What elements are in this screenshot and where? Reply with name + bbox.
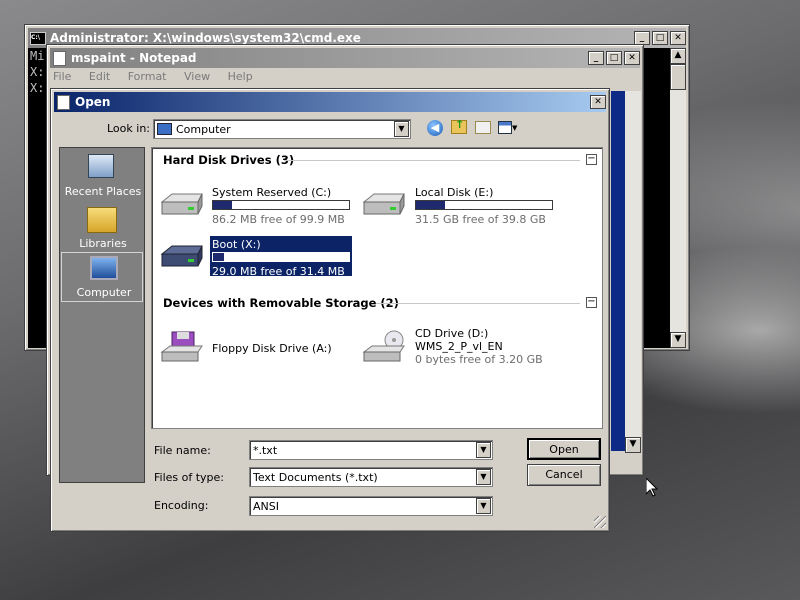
scroll-thumb[interactable]: [670, 64, 686, 90]
group-divider: [284, 160, 580, 161]
drive-free-space: 29.0 MB free of 31.4 MB: [212, 265, 345, 278]
resize-grip-icon[interactable]: [594, 516, 606, 528]
drive-item[interactable]: Floppy Disk Drive (A:): [158, 326, 354, 368]
menu-view[interactable]: View: [184, 70, 210, 83]
drive-free-space: 0 bytes free of 3.20 GB: [415, 353, 543, 366]
hard-drive-icon: [160, 193, 203, 215]
cmd-scrollbar[interactable]: ▲ ▼: [670, 48, 686, 348]
look-in-dropdown[interactable]: Computer ▼: [153, 119, 411, 139]
scroll-up-button[interactable]: ▲: [670, 48, 686, 64]
drive-usage-fill: [213, 253, 224, 261]
notepad-menubar: File Edit Format View Help: [53, 70, 267, 86]
drive-name: System Reserved (C:): [212, 186, 332, 199]
hard-drive-icon: [362, 193, 405, 215]
chevron-down-icon[interactable]: ▼: [394, 121, 409, 137]
file-type-dropdown[interactable]: Text Documents (*.txt) ▼: [249, 467, 493, 487]
drive-item[interactable]: CD Drive (D:) WMS_2_P_vl_EN 0 bytes free…: [360, 326, 570, 368]
back-button[interactable]: ◀: [427, 120, 443, 136]
drive-usage-fill: [416, 201, 445, 209]
drive-name: Floppy Disk Drive (A:): [212, 342, 332, 355]
places-label: Computer: [76, 286, 132, 299]
drive-item[interactable]: Local Disk (E:) 31.5 GB free of 39.8 GB: [360, 184, 560, 226]
grid-view-icon: [498, 120, 512, 134]
menu-edit[interactable]: Edit: [89, 70, 110, 83]
places-item-libraries[interactable]: Libraries: [60, 204, 144, 254]
encoding-label: Encoding:: [154, 499, 209, 512]
drive-free-space: 31.5 GB free of 39.8 GB: [415, 213, 546, 226]
group-title: Devices with Removable Storage (2): [163, 296, 399, 310]
group-title: Hard Disk Drives (3): [163, 153, 295, 167]
scroll-down-button[interactable]: ▼: [670, 332, 686, 348]
menu-format[interactable]: Format: [128, 70, 167, 83]
hard-drive-icon: [160, 245, 203, 267]
new-folder-button[interactable]: [475, 121, 491, 134]
drive-usage-bar: [212, 200, 350, 210]
open-button[interactable]: Open: [527, 438, 601, 460]
menu-help[interactable]: Help: [228, 70, 253, 83]
places-label: Libraries: [79, 237, 127, 250]
drive-name: Local Disk (E:): [415, 186, 494, 199]
computer-icon: [157, 123, 172, 135]
places-bar: Recent Places Libraries Computer: [59, 147, 145, 483]
close-button[interactable]: ✕: [590, 95, 606, 109]
minimize-button[interactable]: _: [634, 31, 650, 45]
drive-item[interactable]: System Reserved (C:) 86.2 MB free of 99.…: [158, 184, 354, 226]
menu-file[interactable]: File: [53, 70, 71, 83]
places-item-recent[interactable]: Recent Places: [60, 152, 144, 202]
encoding-dropdown[interactable]: ANSI ▼: [249, 496, 493, 516]
file-type-value: Text Documents (*.txt): [253, 470, 378, 484]
cancel-button[interactable]: Cancel: [527, 464, 601, 486]
minimize-button[interactable]: _: [588, 51, 604, 65]
cmd-title: Administrator: X:\windows\system32\cmd.e…: [50, 31, 361, 45]
file-name-input[interactable]: *.txt ▼: [249, 440, 493, 460]
chevron-down-icon[interactable]: ▼: [476, 469, 491, 485]
look-in-value: Computer: [176, 122, 231, 136]
chevron-down-icon[interactable]: ▼: [476, 442, 491, 458]
scroll-down-button[interactable]: ▼: [625, 437, 641, 453]
places-item-computer[interactable]: Computer: [61, 252, 143, 302]
recent-places-icon: [88, 154, 114, 178]
cd-drive-icon: [362, 330, 405, 362]
green-arrow-icon: ↑: [455, 118, 465, 131]
file-name-label: File name:: [154, 444, 211, 457]
chevron-down-icon[interactable]: ▼: [476, 498, 491, 514]
file-name-value: *.txt: [253, 443, 278, 457]
maximize-button[interactable]: □: [652, 31, 668, 45]
notepad-titlebar[interactable]: mspaint - Notepad _ □ ✕: [50, 48, 640, 68]
look-in-label: Look in:: [107, 122, 150, 135]
places-label: Recent Places: [64, 185, 142, 198]
cmd-icon: C:\: [30, 31, 46, 45]
open-dialog-titlebar[interactable]: Open ✕: [54, 92, 606, 112]
drive-free-space: 86.2 MB free of 99.9 MB: [212, 213, 345, 226]
drive-usage-bar: [415, 200, 553, 210]
drive-usage-bar: [212, 252, 350, 262]
drive-name: CD Drive (D:): [415, 327, 489, 340]
notepad-title: mspaint - Notepad: [71, 51, 197, 65]
view-menu-button[interactable]: ▼: [498, 120, 520, 136]
open-dialog-title: Open: [75, 95, 111, 109]
group-divider: [376, 303, 580, 304]
drive-usage-fill: [213, 201, 233, 209]
open-dialog-icon: [57, 94, 70, 110]
libraries-icon: [87, 207, 117, 233]
maximize-button[interactable]: □: [606, 51, 622, 65]
open-dialog[interactable]: Open ✕ Look in: Computer ▼ ◀ ↑ ▼ Recent …: [50, 88, 610, 532]
mouse-cursor-icon: [646, 478, 658, 497]
collapse-group-button[interactable]: −: [586, 154, 597, 165]
file-type-label: Files of type:: [154, 471, 225, 484]
notepad-icon: [53, 50, 66, 66]
floppy-drive-icon: [160, 331, 203, 362]
notepad-scrollbar[interactable]: ▼: [625, 91, 641, 453]
computer-icon: [90, 256, 118, 280]
collapse-group-button[interactable]: −: [586, 297, 597, 308]
up-folder-button[interactable]: ↑: [451, 118, 467, 134]
drive-item-selected[interactable]: Boot (X:) 29.0 MB free of 31.4 MB: [158, 236, 354, 278]
close-button[interactable]: ✕: [670, 31, 686, 45]
close-button[interactable]: ✕: [624, 51, 640, 65]
notepad-text-area[interactable]: [611, 91, 625, 451]
file-list[interactable]: Hard Disk Drives (3) − System Reserved (…: [151, 147, 603, 429]
encoding-value: ANSI: [253, 499, 279, 513]
drive-name: Boot (X:): [212, 238, 261, 251]
drive-volume-label: WMS_2_P_vl_EN: [415, 340, 503, 353]
